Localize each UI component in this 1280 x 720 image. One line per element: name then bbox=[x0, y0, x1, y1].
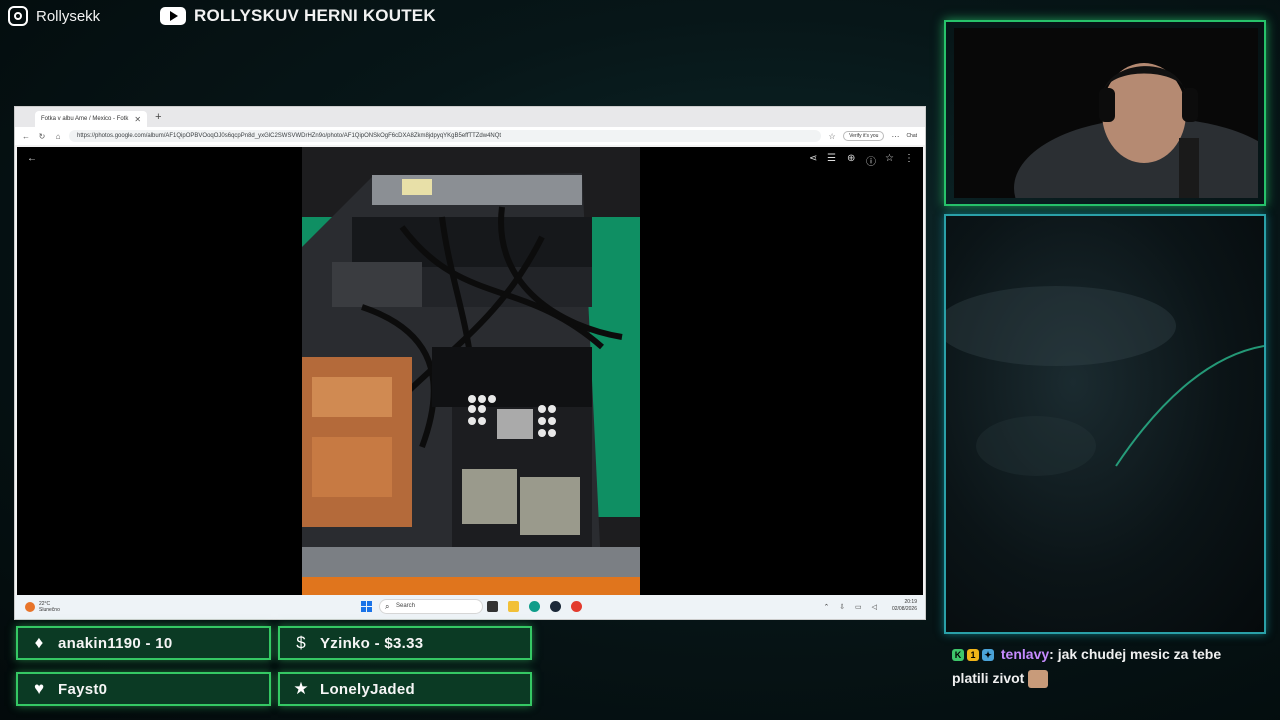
instagram-handle: Rollysekk bbox=[36, 7, 101, 25]
home-icon[interactable]: ⌂ bbox=[53, 132, 63, 141]
zoom-icon[interactable]: ⊕ bbox=[847, 153, 855, 164]
weather-desc: Slunečno bbox=[39, 607, 60, 613]
more-options-icon[interactable]: ⋮ bbox=[904, 153, 914, 164]
weather-icon bbox=[25, 602, 35, 612]
share-icon[interactable]: ⋖ bbox=[809, 153, 817, 164]
instagram-bar: Rollysekk bbox=[8, 4, 100, 28]
task-view-icon[interactable] bbox=[487, 601, 498, 612]
chrome-icon[interactable] bbox=[571, 601, 582, 612]
diamond-icon: ♦ bbox=[34, 633, 44, 652]
alert-text: LonelyJaded bbox=[320, 680, 415, 698]
chat-message: K 1 ✦ tenlavy: jak chudej mesic za tebe pl… bbox=[952, 642, 1242, 690]
back-arrow-icon[interactable]: ← bbox=[27, 153, 37, 164]
photo-viewer: ← ⋖ ☰ ⊕ ⓘ ☆ ⋮ bbox=[17, 147, 923, 595]
streamer-silhouette bbox=[954, 28, 1258, 198]
youtube-icon bbox=[160, 7, 186, 25]
clock-time: 20:19 bbox=[904, 599, 917, 605]
badge-icon: 1 bbox=[967, 649, 979, 662]
new-tab-icon[interactable]: + bbox=[155, 111, 161, 123]
webcam-frame bbox=[944, 20, 1266, 206]
system-tray-icons[interactable]: ⌃ ⇩ ▭ ◁ bbox=[823, 603, 881, 611]
back-icon[interactable]: ← bbox=[21, 132, 31, 141]
address-bar: ← ↻ ⌂ https://photos.google.com/album/AF… bbox=[15, 127, 925, 145]
alert-text: Yzinko - $3.33 bbox=[320, 634, 424, 652]
instagram-icon bbox=[8, 6, 28, 26]
alert-text: anakin1190 - 10 bbox=[58, 634, 173, 652]
badge-icon: K bbox=[952, 649, 964, 662]
browser-window: Fotka v albu Ame / Mexico - Fotk ✕ + ← ↻… bbox=[14, 106, 926, 620]
verify-button[interactable]: Verify it's you bbox=[843, 131, 885, 141]
server-photo-illustration bbox=[302, 147, 640, 595]
reload-icon[interactable]: ↻ bbox=[37, 132, 47, 141]
alert-text: Fayst0 bbox=[58, 680, 108, 698]
server-photo bbox=[302, 147, 640, 595]
windows-taskbar: 22°C Slunečno Search ⌃ ⇩ ▭ ◁ 20:19 02/08… bbox=[15, 595, 925, 619]
favorite-icon[interactable]: ☆ bbox=[827, 132, 837, 141]
weather-widget[interactable]: 22°C Slunečno bbox=[39, 601, 60, 613]
chat-button[interactable]: Chat bbox=[906, 133, 917, 139]
tab-title: Fotka v albu Ame / Mexico - Fotk bbox=[41, 116, 129, 122]
alert-box-subscriber: ★ LonelyJaded bbox=[278, 672, 532, 706]
windows-start-icon[interactable] bbox=[361, 601, 372, 612]
chat-username: tenlavy bbox=[1000, 646, 1050, 662]
panel-glow-decoration bbox=[946, 286, 1264, 476]
star-icon: ★ bbox=[293, 679, 309, 698]
badge-icon: ✦ bbox=[982, 649, 994, 662]
youtube-channel: ROLLYSKUV HERNI KOUTEK bbox=[194, 6, 436, 25]
alert-box-top-supporter: ♦ anakin1190 - 10 bbox=[16, 626, 271, 660]
taskbar-search[interactable]: Search bbox=[379, 599, 483, 614]
alert-box-donation: $ Yzinko - $3.33 bbox=[278, 626, 532, 660]
steam-icon[interactable] bbox=[550, 601, 561, 612]
tab-bar: Fotka v albu Ame / Mexico - Fotk ✕ + bbox=[15, 107, 925, 127]
edge-icon[interactable] bbox=[529, 601, 540, 612]
close-tab-icon[interactable]: ✕ bbox=[134, 115, 141, 124]
menu-icon[interactable]: ⋯ bbox=[890, 132, 900, 141]
favorite-star-icon[interactable]: ☆ bbox=[885, 153, 894, 164]
dollar-icon: $ bbox=[296, 633, 306, 652]
browser-tab[interactable]: Fotka v albu Ame / Mexico - Fotk ✕ bbox=[35, 111, 148, 127]
background-panel bbox=[944, 214, 1266, 634]
webcam-feed bbox=[954, 28, 1258, 198]
edit-icon[interactable]: ☰ bbox=[827, 153, 836, 164]
alert-box-follower: ♥ Fayst0 bbox=[16, 672, 271, 706]
clock[interactable]: 20:19 02/08/2026 bbox=[892, 599, 917, 613]
youtube-bar: ROLLYSKUV HERNI KOUTEK bbox=[160, 4, 436, 28]
info-icon[interactable]: ⓘ bbox=[866, 153, 876, 168]
file-explorer-icon[interactable] bbox=[508, 601, 519, 612]
emote-icon bbox=[1028, 670, 1049, 689]
heart-icon: ♥ bbox=[33, 679, 45, 698]
url-field[interactable]: https://photos.google.com/album/AF1QipOP… bbox=[69, 130, 822, 142]
clock-date: 02/08/2026 bbox=[891, 606, 917, 612]
